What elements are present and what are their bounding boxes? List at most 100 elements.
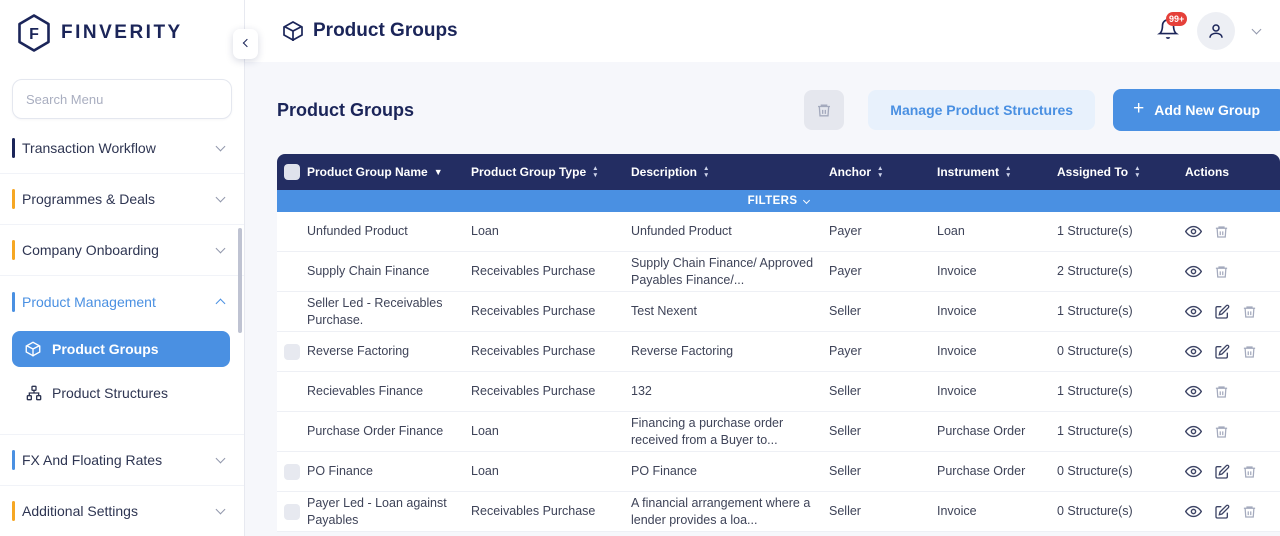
cell-assigned-to: 2 Structure(s) [1057, 263, 1177, 279]
column-header-type[interactable]: Product Group Type [471, 165, 631, 179]
filters-toggle[interactable]: FILTERS [277, 190, 1280, 212]
sort-icon [877, 165, 883, 179]
cell-anchor: Payer [829, 223, 937, 239]
view-icon[interactable] [1185, 423, 1202, 440]
cell-description: PO Finance [631, 463, 829, 479]
sort-icon [592, 165, 598, 179]
cell-instrument: Invoice [937, 383, 1057, 399]
delete-icon[interactable] [1242, 504, 1257, 520]
delete-icon[interactable] [1242, 464, 1257, 480]
cell-assigned-to: 1 Structure(s) [1057, 223, 1177, 239]
bulk-delete-button[interactable] [804, 90, 844, 130]
cell-anchor: Seller [829, 503, 937, 519]
cell-assigned-to: 0 Structure(s) [1057, 503, 1177, 519]
profile-chevron-down-icon[interactable] [1252, 25, 1262, 35]
delete-icon[interactable] [1214, 424, 1229, 440]
row-checkbox[interactable] [284, 344, 300, 360]
column-label: Instrument [937, 165, 999, 179]
view-icon[interactable] [1185, 343, 1202, 360]
manage-product-structures-button[interactable]: Manage Product Structures [868, 90, 1095, 130]
sidebar-item-additional-settings[interactable]: Additional Settings [0, 486, 244, 536]
cell-type: Receivables Purchase [471, 263, 631, 279]
cell-type: Loan [471, 463, 631, 479]
table-row: PO Finance Loan PO Finance Seller Purcha… [277, 452, 1280, 492]
sidebar-subitem-label: Product Structures [52, 385, 168, 401]
row-checkbox[interactable] [284, 464, 300, 480]
user-menu-button[interactable] [1197, 12, 1235, 50]
column-header-description[interactable]: Description [631, 165, 829, 179]
view-icon[interactable] [1185, 223, 1202, 240]
main-area: Product Groups 99+ Product G [245, 0, 1280, 536]
chevron-down-icon [216, 505, 226, 515]
edit-icon[interactable] [1214, 464, 1230, 480]
toolbar: Product Groups Manage Product Structures… [277, 88, 1280, 132]
row-checkbox[interactable] [284, 504, 300, 520]
sort-icon [1005, 165, 1011, 179]
cell-description: Unfunded Product [631, 223, 829, 239]
sort-icon [1134, 165, 1140, 179]
sidebar-item-fx-floating-rates[interactable]: FX And Floating Rates [0, 435, 244, 486]
cell-assigned-to: 0 Structure(s) [1057, 463, 1177, 479]
sidebar-collapse-button[interactable] [233, 29, 258, 59]
delete-icon[interactable] [1214, 224, 1229, 240]
sidebar-subitem-label: Product Groups [52, 341, 159, 357]
table-row: Recievables Finance Receivables Purchase… [277, 372, 1280, 412]
column-header-assigned-to[interactable]: Assigned To [1057, 165, 1177, 179]
notifications-button[interactable]: 99+ [1157, 18, 1179, 45]
view-icon[interactable] [1185, 463, 1202, 480]
delete-icon[interactable] [1242, 344, 1257, 360]
cell-instrument: Purchase Order [937, 463, 1057, 479]
search-input[interactable] [12, 79, 232, 119]
sidebar-nav: Transaction Workflow Programmes & Deals … [0, 123, 244, 536]
sidebar-item-transaction-workflow[interactable]: Transaction Workflow [0, 123, 244, 174]
edit-icon[interactable] [1214, 504, 1230, 520]
cell-name: Seller Led - Receivables Purchase. [307, 295, 471, 328]
cell-description: Supply Chain Finance/ Approved Payables … [631, 255, 829, 288]
sort-icon [703, 165, 709, 179]
column-header-name[interactable]: Product Group Name ▼ [307, 165, 471, 179]
cell-type: Receivables Purchase [471, 343, 631, 359]
delete-icon[interactable] [1242, 304, 1257, 320]
cell-type: Receivables Purchase [471, 303, 631, 319]
column-header-instrument[interactable]: Instrument [937, 165, 1057, 179]
column-label: Product Group Type [471, 165, 586, 179]
column-header-anchor[interactable]: Anchor [829, 165, 937, 179]
select-all-checkbox[interactable] [284, 164, 300, 180]
sidebar-item-label: Transaction Workflow [22, 140, 156, 156]
column-label: Assigned To [1057, 165, 1128, 179]
column-label: Anchor [829, 165, 871, 179]
cell-type: Loan [471, 423, 631, 439]
sidebar-item-company-onboarding[interactable]: Company Onboarding [0, 225, 244, 276]
edit-icon[interactable] [1214, 304, 1230, 320]
sidebar-scrollbar[interactable] [238, 228, 242, 333]
cell-description: A financial arrangement where a lender p… [631, 495, 829, 528]
cell-assigned-to: 1 Structure(s) [1057, 383, 1177, 399]
cell-type: Receivables Purchase [471, 503, 631, 519]
cell-description: Financing a purchase order received from… [631, 415, 829, 448]
column-header-actions: Actions [1177, 165, 1280, 179]
cell-instrument: Purchase Order [937, 423, 1057, 439]
table-row: Purchase Order Finance Loan Financing a … [277, 412, 1280, 452]
filters-label: FILTERS [748, 195, 798, 207]
sidebar-item-product-groups[interactable]: Product Groups [12, 331, 230, 367]
edit-icon[interactable] [1214, 344, 1230, 360]
cell-type: Loan [471, 223, 631, 239]
cell-instrument: Invoice [937, 343, 1057, 359]
add-new-group-button[interactable]: + Add New Group [1113, 89, 1280, 131]
sidebar-item-programmes-deals[interactable]: Programmes & Deals [0, 174, 244, 225]
delete-icon[interactable] [1214, 264, 1229, 280]
column-label: Actions [1185, 165, 1229, 179]
sidebar-item-product-structures[interactable]: Product Structures [0, 369, 244, 417]
sidebar-item-product-management[interactable]: Product Management [0, 276, 244, 327]
view-icon[interactable] [1185, 503, 1202, 520]
page-content: Product Groups Manage Product Structures… [245, 62, 1280, 532]
view-icon[interactable] [1185, 383, 1202, 400]
user-icon [1207, 22, 1225, 40]
cell-description: 132 [631, 383, 829, 399]
sidebar-item-label: FX And Floating Rates [22, 452, 162, 468]
view-icon[interactable] [1185, 263, 1202, 280]
view-icon[interactable] [1185, 303, 1202, 320]
delete-icon[interactable] [1214, 384, 1229, 400]
notification-badge: 99+ [1166, 12, 1187, 26]
brand-name: FINVERITY [61, 22, 183, 44]
